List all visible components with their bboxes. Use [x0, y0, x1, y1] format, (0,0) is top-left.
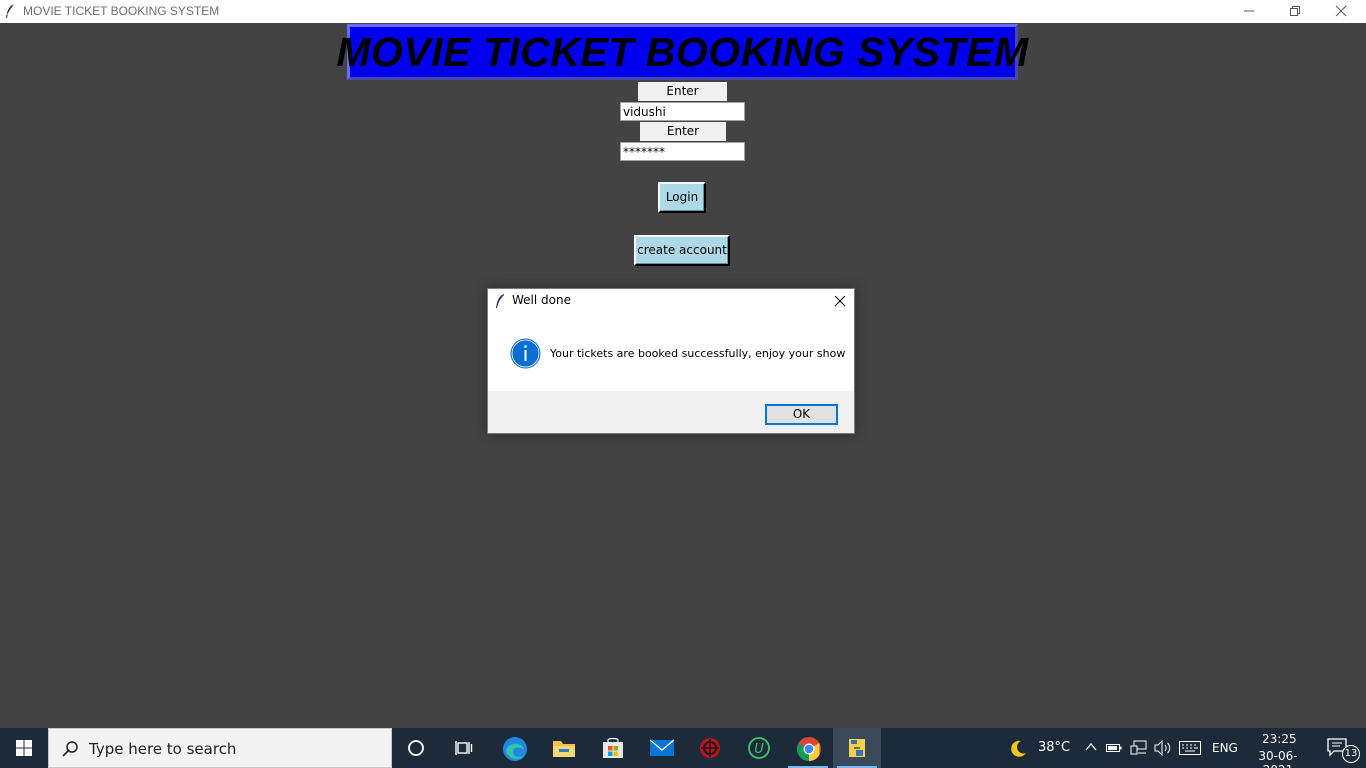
python-idle-button[interactable] [833, 728, 881, 768]
network-button[interactable] [1128, 728, 1150, 768]
close-button[interactable] [1318, 0, 1364, 23]
dialog-message: Your tickets are booked successfully, en… [550, 347, 846, 360]
dialog-close-button[interactable] [826, 290, 854, 312]
volume-icon [1154, 740, 1171, 756]
moon-icon [1011, 740, 1026, 757]
show-hidden-icons-button[interactable] [1082, 728, 1100, 768]
app-banner: MOVIE TICKET BOOKING SYSTEM [336, 24, 1028, 80]
clock-time[interactable]: 23:25 [1262, 732, 1297, 746]
touch-keyboard-button[interactable] [1178, 728, 1204, 768]
close-icon [1335, 5, 1347, 17]
minimize-icon [1244, 10, 1254, 12]
file-explorer-button[interactable] [539, 728, 587, 768]
store-button[interactable] [588, 728, 636, 768]
task-view-button[interactable] [440, 728, 488, 768]
password-field[interactable] [620, 142, 745, 161]
weather-temperature[interactable]: 38°C [1038, 740, 1070, 755]
dialog-title: Well done [512, 293, 571, 307]
minimize-button[interactable] [1226, 0, 1272, 23]
clock-date[interactable]: 30-06-2021 [1246, 749, 1310, 768]
username-label: Enter Username [638, 82, 727, 117]
feather-icon [6, 3, 15, 18]
input-language[interactable]: ENG [1212, 741, 1238, 755]
edge-icon [503, 737, 527, 761]
battery-button[interactable] [1104, 728, 1126, 768]
create-account-button[interactable]: create account [634, 235, 730, 266]
cortana-button[interactable] [392, 728, 440, 768]
notification-count: 13 [1342, 745, 1360, 763]
svg-text:U: U [754, 742, 764, 757]
message-dialog: Well done Your tickets are booked succes… [487, 288, 855, 434]
cortana-icon [408, 740, 424, 756]
action-center-button[interactable]: 13 [1318, 728, 1366, 768]
network-icon [1130, 740, 1147, 755]
username-field[interactable] [620, 102, 745, 121]
edge-button[interactable] [490, 728, 538, 768]
window-title: MOVIE TICKET BOOKING SYSTEM [23, 4, 220, 18]
mail-icon [649, 739, 675, 756]
close-icon [834, 295, 846, 307]
window-titlebar: MOVIE TICKET BOOKING SYSTEM [0, 0, 1366, 23]
start-button[interactable] [0, 728, 48, 768]
chrome-icon [796, 737, 821, 761]
banner-title: MOVIE TICKET BOOKING SYSTEM [336, 28, 1029, 75]
feather-icon [496, 294, 504, 308]
search-icon [62, 741, 78, 757]
info-icon [510, 338, 541, 369]
battery-icon [1106, 744, 1122, 752]
app-red-icon [700, 738, 720, 758]
restore-icon [1290, 6, 1300, 16]
keyboard-icon [1179, 741, 1201, 755]
file-explorer-icon [553, 741, 575, 757]
dialog-footer: OK [488, 391, 854, 433]
taskbar-search[interactable]: Type here to search [48, 728, 392, 768]
red-app-button[interactable] [686, 728, 734, 768]
app-u-icon: U [748, 737, 770, 759]
login-button[interactable]: Login [658, 182, 706, 213]
taskbar: Type here to search U 38°C ENG 23:25 30-… [0, 728, 1366, 768]
chrome-button[interactable] [784, 728, 832, 768]
mail-button[interactable] [637, 728, 685, 768]
volume-button[interactable] [1152, 728, 1174, 768]
windows-icon [16, 740, 32, 756]
store-icon [603, 737, 623, 758]
weather-button[interactable] [1004, 728, 1034, 768]
password-label: Enter Password [640, 122, 726, 157]
ok-button[interactable]: OK [765, 404, 838, 425]
chevron-up-icon [1085, 742, 1097, 751]
u-app-button[interactable]: U [735, 728, 783, 768]
restore-button[interactable] [1272, 0, 1318, 23]
python-idle-icon [849, 739, 865, 757]
task-view-icon [455, 741, 473, 755]
search-placeholder: Type here to search [89, 740, 237, 758]
